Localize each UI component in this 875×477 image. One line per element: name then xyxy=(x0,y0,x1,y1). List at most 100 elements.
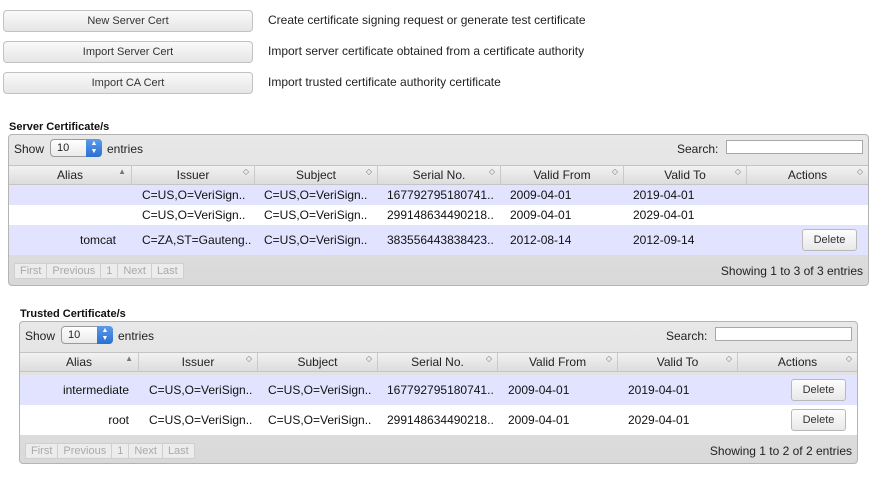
sort-both-icon: ◇ xyxy=(365,354,372,363)
page-size-value: 10 xyxy=(57,142,70,154)
pager-first[interactable]: First xyxy=(14,263,48,279)
page-size-select[interactable]: 10 ▲ ▼ xyxy=(61,326,113,344)
cell-subject: C=US,O=VeriSign.. xyxy=(268,383,372,397)
cell-valid-from: 2012-08-14 xyxy=(510,233,572,247)
column-header-label: Valid To xyxy=(656,355,699,369)
pager-previous[interactable]: Previous xyxy=(57,443,113,459)
column-header-issuer[interactable]: Issuer ◇ xyxy=(139,353,258,372)
table-row[interactable]: intermediate C=US,O=VeriSign.. C=US,O=Ve… xyxy=(20,375,857,405)
cell-serial: 383556443838423.. xyxy=(387,233,494,247)
cell-issuer: C=US,O=VeriSign.. xyxy=(142,188,246,202)
import-server-cert-button[interactable]: Import Server Cert xyxy=(3,41,253,63)
page-size-value: 10 xyxy=(68,329,81,341)
column-header-actions[interactable]: Actions ◇ xyxy=(747,166,868,185)
new-server-cert-description: Create certificate signing request or ge… xyxy=(268,13,586,27)
cell-serial: 167792795180741.. xyxy=(387,188,494,202)
entries-info: Showing 1 to 2 of 2 entries xyxy=(709,444,852,458)
pager-page-1[interactable]: 1 xyxy=(111,443,130,459)
sort-both-icon: ◇ xyxy=(856,167,863,176)
cell-valid-to: 2029-04-01 xyxy=(633,208,695,222)
column-header-label: Serial No. xyxy=(411,355,464,369)
column-header-valid-to[interactable]: Valid To ◇ xyxy=(618,353,738,372)
cell-issuer: C=ZA,ST=Gauteng.. xyxy=(142,233,252,247)
column-header-serial[interactable]: Serial No. ◇ xyxy=(378,353,498,372)
cell-serial: 299148634490218.. xyxy=(387,413,494,427)
table-row[interactable]: C=US,O=VeriSign.. C=US,O=VeriSign.. 1677… xyxy=(9,185,868,205)
delete-button[interactable]: Delete xyxy=(791,379,846,401)
sort-both-icon: ◇ xyxy=(725,354,732,363)
cell-serial: 167792795180741.. xyxy=(387,383,494,397)
pager-page-1[interactable]: 1 xyxy=(100,263,119,279)
search-input[interactable] xyxy=(726,140,863,154)
sort-both-icon: ◇ xyxy=(365,167,372,176)
sort-both-icon: ◇ xyxy=(845,354,852,363)
pager-next[interactable]: Next xyxy=(117,263,152,279)
pager-previous[interactable]: Previous xyxy=(46,263,102,279)
sort-both-icon: ◇ xyxy=(488,167,495,176)
sort-both-icon: ◇ xyxy=(245,354,252,363)
server-certificates-table: Show 10 ▲ ▼ entries Search: Alias ▲ Issuer… xyxy=(8,134,869,286)
column-header-serial[interactable]: Serial No. ◇ xyxy=(378,166,501,185)
sort-both-icon: ◇ xyxy=(611,167,618,176)
table-toolbar: Show 10 ▲ ▼ entries Search: xyxy=(9,135,868,163)
table-row[interactable]: root C=US,O=VeriSign.. C=US,O=VeriSign..… xyxy=(20,405,857,435)
pager-first[interactable]: First xyxy=(25,443,59,459)
column-header-actions[interactable]: Actions ◇ xyxy=(738,353,857,372)
column-header-label: Serial No. xyxy=(412,168,466,182)
cell-subject: C=US,O=VeriSign.. xyxy=(264,188,368,202)
table-footer: First Previous 1 Next Last Showing 1 to … xyxy=(9,257,868,285)
column-header-issuer[interactable]: Issuer ◇ xyxy=(132,166,255,185)
cell-issuer: C=US,O=VeriSign.. xyxy=(149,383,253,397)
entries-label: entries xyxy=(118,329,155,343)
import-ca-cert-button[interactable]: Import CA Cert xyxy=(3,72,253,94)
sort-both-icon: ◇ xyxy=(242,167,249,176)
cell-valid-from: 2009-04-01 xyxy=(508,413,570,427)
import-ca-cert-description: Import trusted certificate authority cer… xyxy=(268,75,501,89)
search-input[interactable] xyxy=(715,327,852,341)
entries-info: Showing 1 to 3 of 3 entries xyxy=(720,264,863,278)
table-toolbar: Show 10 ▲ ▼ entries Search: xyxy=(20,322,857,350)
column-header-valid-to[interactable]: Valid To ◇ xyxy=(624,166,747,185)
cell-issuer: C=US,O=VeriSign.. xyxy=(149,413,253,427)
cell-serial: 299148634490218.. xyxy=(387,208,494,222)
cell-alias: tomcat xyxy=(79,233,116,247)
page-size-select[interactable]: 10 ▲ ▼ xyxy=(50,139,102,157)
column-header-label: Valid From xyxy=(528,355,587,369)
new-server-cert-button[interactable]: New Server Cert xyxy=(3,10,253,32)
cell-alias: intermediate xyxy=(62,383,129,397)
column-header-alias[interactable]: Alias ▲ xyxy=(9,166,132,185)
table-row[interactable]: tomcat C=ZA,ST=Gauteng.. C=US,O=VeriSign… xyxy=(9,225,868,255)
cell-valid-from: 2009-04-01 xyxy=(510,188,572,202)
import-server-cert-description: Import server certificate obtained from … xyxy=(268,44,585,58)
column-header-label: Alias xyxy=(65,355,92,369)
delete-button[interactable]: Delete xyxy=(802,229,857,251)
select-arrows-icon: ▲ ▼ xyxy=(97,326,113,344)
trusted-certificates-title: Trusted Certificate/s xyxy=(20,308,126,320)
column-header-valid-from[interactable]: Valid From ◇ xyxy=(498,353,618,372)
column-header-label: Actions xyxy=(777,355,818,369)
server-certificates-title: Server Certificate/s xyxy=(9,121,110,133)
column-header-valid-from[interactable]: Valid From ◇ xyxy=(501,166,624,185)
cell-valid-to: 2019-04-01 xyxy=(633,188,695,202)
show-label: Show xyxy=(25,329,56,343)
delete-button[interactable]: Delete xyxy=(791,409,846,431)
sort-both-icon: ◇ xyxy=(605,354,612,363)
pagination: First Previous 1 Next Last xyxy=(14,263,184,279)
column-header-label: Valid From xyxy=(533,168,591,182)
table-row[interactable]: C=US,O=VeriSign.. C=US,O=VeriSign.. 2991… xyxy=(9,205,868,225)
cell-subject: C=US,O=VeriSign.. xyxy=(264,208,368,222)
show-label: Show xyxy=(14,142,45,156)
column-header-alias[interactable]: Alias ▲ xyxy=(20,353,139,372)
cell-subject: C=US,O=VeriSign.. xyxy=(264,233,368,247)
column-header-subject[interactable]: Subject ◇ xyxy=(258,353,378,372)
column-header-subject[interactable]: Subject ◇ xyxy=(255,166,378,185)
pager-next[interactable]: Next xyxy=(128,443,163,459)
sort-both-icon: ◇ xyxy=(485,354,492,363)
pager-last[interactable]: Last xyxy=(161,443,195,459)
cell-valid-to: 2019-04-01 xyxy=(628,383,690,397)
sort-both-icon: ◇ xyxy=(734,167,741,176)
search-label: Search: xyxy=(666,329,708,343)
pager-last[interactable]: Last xyxy=(150,263,184,279)
cell-valid-to: 2029-04-01 xyxy=(628,413,690,427)
column-header-label: Subject xyxy=(295,168,337,182)
